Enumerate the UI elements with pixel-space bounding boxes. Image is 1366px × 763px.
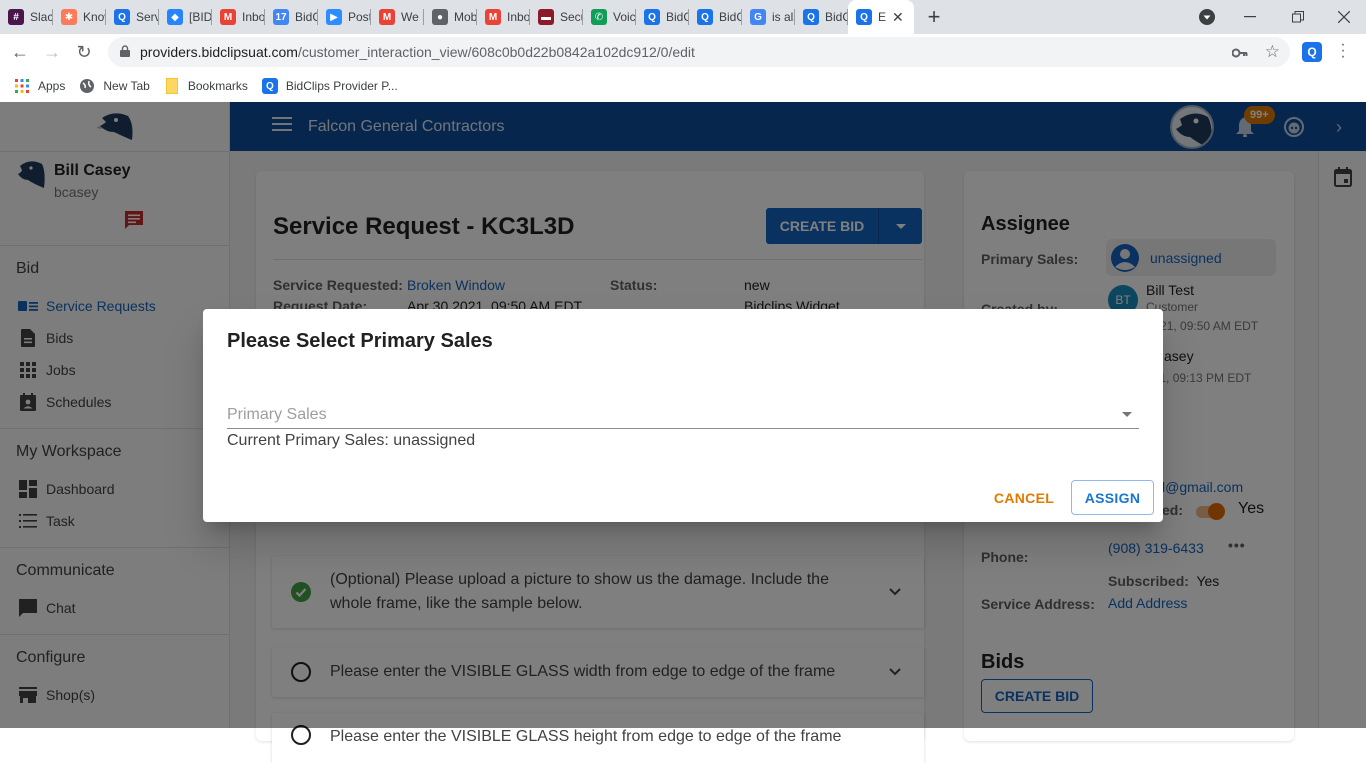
assign-button[interactable]: ASSIGN [1071, 480, 1154, 515]
tab-label: E [878, 10, 887, 24]
dropdown-arrow-icon [1122, 412, 1132, 417]
bookmark-label: New Tab [103, 79, 150, 93]
close-tab-icon[interactable]: ✕ [892, 9, 904, 26]
current-primary-sales: Current Primary Sales: unassigned [227, 432, 476, 449]
bookmark-bidclips[interactable]: Q BidClips Provider P... [261, 78, 398, 94]
tab-strip: # Slack ✱ Knowledge Q Service ◆ [BID- M Inbox 17 Bi… [0, 0, 848, 34]
tab-label: Inbox [507, 10, 530, 24]
tab-label: BidC [666, 10, 689, 24]
globe-icon: ● [432, 9, 448, 25]
select-primary-sales-dialog: Please Select Primary Sales Primary Sale… [203, 309, 1163, 522]
bookmark-label: Apps [38, 79, 66, 93]
tab-label: is als [772, 10, 795, 24]
bookmark-label: BidClips Provider P... [285, 79, 398, 93]
browser-tab-bar: # Slack ✱ Knowledge Q Service ◆ [BID- M Inbox 17 Bi… [0, 0, 1366, 34]
url-host: providers.bidclipsuat.com [140, 44, 298, 60]
browser-tab[interactable]: M We r [371, 0, 424, 34]
bookmark-label: Bookmarks [187, 79, 248, 93]
browser-menu-icon[interactable]: · · · [1338, 37, 1348, 65]
url-path: /customer_interaction_view/608c0b0d22b08… [297, 44, 695, 60]
globe-icon [79, 78, 95, 94]
browser-tab[interactable]: Gis als [742, 0, 795, 34]
browser-tab[interactable]: Q BidC [689, 0, 742, 34]
tab-label: We r [401, 10, 424, 24]
calendar-icon: 17 [273, 9, 289, 25]
bidclips-icon: Q [856, 9, 872, 25]
bidclips-icon: Q [261, 78, 278, 94]
gmail-icon: M [485, 9, 501, 25]
browser-tab[interactable]: ✱ Knowledge [53, 0, 106, 34]
url-bar[interactable]: providers.bidclipsuat.com/customer_inter… [108, 37, 1290, 67]
tab-label: Slack [30, 10, 53, 24]
back-icon[interactable]: ← [4, 36, 36, 68]
tab-label: Mob [454, 10, 477, 24]
tab-active[interactable]: Q E ✕ [848, 0, 914, 34]
browser-tab[interactable]: ▬ Secu [530, 0, 583, 34]
tab-label: Knowledge [83, 10, 106, 24]
address-bar-row: ← → ↻ providers.bidclipsuat.com/customer… [0, 34, 1366, 70]
primary-sales-select[interactable]: Primary Sales [227, 401, 1139, 429]
tab-label: Post [348, 10, 371, 24]
bank-icon: ▬ [538, 9, 554, 25]
browser-tab[interactable]: Q BidC [795, 0, 848, 34]
browser-tab[interactable]: M Inbox [212, 0, 265, 34]
slack-icon: # [8, 9, 24, 25]
dialog-title: Please Select Primary Sales [227, 330, 493, 352]
gmail-icon: M [379, 9, 395, 25]
folder-icon [164, 78, 180, 94]
forward-icon[interactable]: → [36, 36, 68, 68]
apps-grid-icon [14, 78, 30, 94]
browser-tab[interactable]: # Slack [0, 0, 53, 34]
new-tab-button[interactable]: + [914, 4, 954, 30]
key-icon[interactable] [1231, 45, 1248, 61]
bidclips-icon: Q [114, 9, 130, 25]
question-text: Please enter the VISIBLE GLASS height fr… [330, 728, 842, 745]
tab-label: BidClips [295, 10, 318, 24]
tab-label: Service [136, 10, 159, 24]
restore-icon[interactable] [1280, 0, 1316, 34]
close-window-icon[interactable] [1326, 0, 1362, 34]
bidclips-icon: Q [697, 9, 713, 25]
browser-tab[interactable]: ✆ Voice [583, 0, 636, 34]
tab-label: [BID- [189, 10, 212, 24]
cancel-button[interactable]: CANCEL [989, 481, 1059, 515]
select-placeholder: Primary Sales [227, 405, 327, 423]
tab-label: BidC [825, 10, 848, 24]
tab-label: BidC [719, 10, 742, 24]
bookmark-apps[interactable]: Apps [14, 78, 65, 94]
reload-icon[interactable]: ↻ [68, 36, 100, 68]
browser-tab[interactable]: M Inbox [477, 0, 530, 34]
gmail-icon: M [220, 9, 236, 25]
browser-tab[interactable]: ▶ Post [318, 0, 371, 34]
zoom-icon: ▶ [326, 9, 342, 25]
browser-tab[interactable]: ◆ [BID- [159, 0, 212, 34]
bidclips-icon: Q [644, 9, 660, 25]
jira-icon: ◆ [167, 9, 183, 25]
empty-circle-icon [272, 725, 330, 745]
bookmarks-bar: Apps New Tab Bookmarks Q BidClips Provid… [0, 70, 1366, 102]
tab-label: Voice [613, 10, 636, 24]
lock-icon [120, 44, 130, 60]
bidclips-extension-icon[interactable]: Q [1302, 42, 1322, 62]
tab-label: Secu [560, 10, 583, 24]
tab-label: Inbox [242, 10, 265, 24]
browser-tab[interactable]: Q Service [106, 0, 159, 34]
browser-tab[interactable]: ● Mob [424, 0, 477, 34]
phone-icon: ✆ [591, 9, 607, 25]
bookmark-star-icon[interactable]: ☆ [1265, 42, 1280, 62]
google-icon: G [750, 9, 766, 25]
hubspot-icon: ✱ [61, 9, 77, 25]
browser-tab[interactable]: Q BidC [636, 0, 689, 34]
minimize-icon[interactable] [1232, 0, 1268, 34]
browser-tab[interactable]: 17 BidClips [265, 0, 318, 34]
bookmark-new-tab[interactable]: New Tab [79, 78, 150, 94]
bookmark-folder[interactable]: Bookmarks [164, 78, 248, 94]
bidclips-icon: Q [803, 9, 819, 25]
tab-search-icon[interactable] [1196, 0, 1218, 34]
